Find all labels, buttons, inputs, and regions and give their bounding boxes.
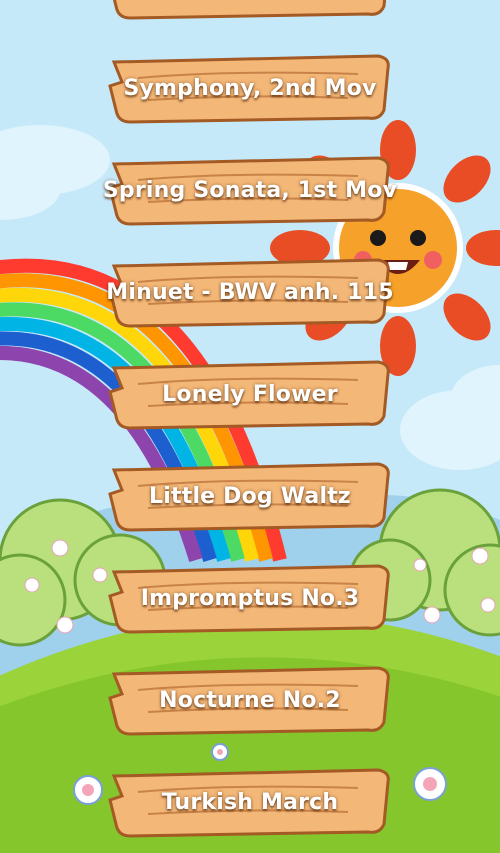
song-sign-1[interactable]: Symphony, 2nd Mov: [108, 52, 392, 124]
song-sign-8[interactable]: Turkish March: [108, 766, 392, 838]
song-title: [108, 0, 392, 20]
song-sign-0[interactable]: [108, 0, 392, 20]
song-sign-7[interactable]: Nocturne No.2: [108, 664, 392, 736]
song-title: Impromptus No.3: [140, 585, 360, 611]
song-title: Little Dog Waltz: [149, 483, 351, 509]
song-title: Spring Sonata, 1st Mov: [102, 177, 398, 203]
song-title: Symphony, 2nd Mov: [123, 75, 377, 101]
song-title: Nocturne No.2: [159, 687, 341, 713]
song-sign-6[interactable]: Impromptus No.3: [108, 562, 392, 634]
song-title: Turkish March: [161, 789, 339, 815]
song-sign-2[interactable]: Spring Sonata, 1st Mov: [102, 154, 398, 226]
song-title: Lonely Flower: [162, 381, 338, 407]
song-sign-4[interactable]: Lonely Flower: [108, 358, 392, 430]
song-sign-5[interactable]: Little Dog Waltz: [108, 460, 392, 532]
song-title: Minuet - BWV anh. 115: [106, 279, 394, 305]
song-sign-3[interactable]: Minuet - BWV anh. 115: [106, 256, 394, 328]
